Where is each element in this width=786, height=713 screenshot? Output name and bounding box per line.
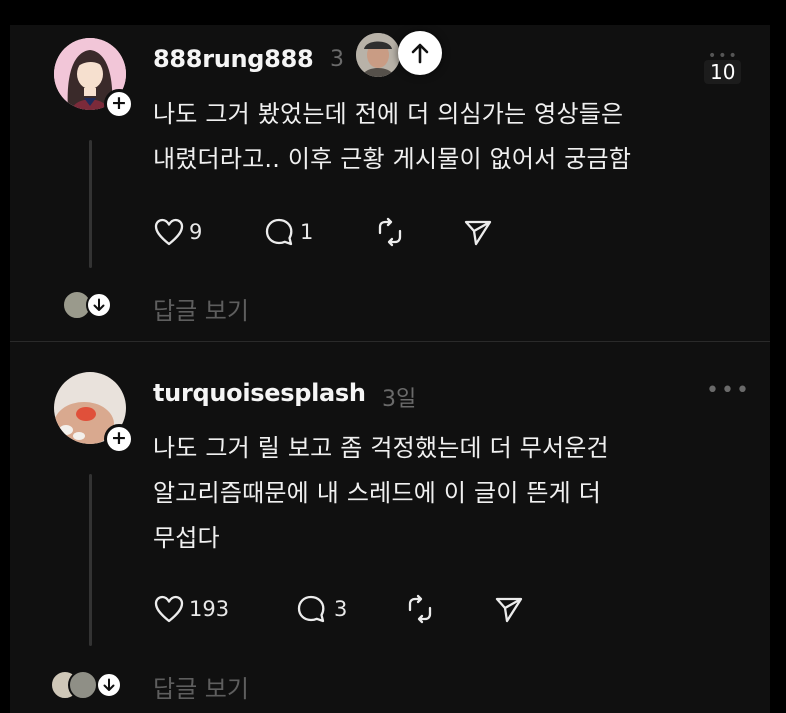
follow-plus-icon[interactable]: + (104, 89, 134, 119)
comment-count: 1 (300, 220, 314, 244)
divider (10, 341, 770, 342)
more-options-button[interactable]: ••• (706, 378, 751, 403)
comment-time: 3 (330, 47, 344, 72)
expand-replies-button[interactable] (96, 672, 122, 698)
comment-button[interactable]: 1 (264, 217, 313, 247)
like-count: 193 (189, 597, 230, 621)
comment-time: 3일 (382, 387, 417, 412)
send-icon (464, 220, 492, 246)
comment-icon (265, 218, 293, 246)
like-button[interactable]: 9 (153, 217, 202, 247)
thread-line (89, 474, 92, 646)
overlay-avatar-photo (356, 33, 400, 77)
comment-text: 나도 그거 봤었는데 전에 더 의심가는 영상들은 내렸더라고.. 이후 근황 … (153, 100, 632, 173)
repost-button[interactable] (372, 217, 408, 247)
repost-icon (378, 217, 402, 247)
repost-button[interactable] (402, 594, 438, 624)
arrow-up-icon (411, 43, 429, 64)
comment-button[interactable]: 3 (296, 594, 347, 624)
share-button[interactable] (462, 217, 494, 247)
comment-count: 3 (334, 597, 348, 621)
arrow-down-icon (93, 298, 105, 311)
like-button[interactable]: 193 (153, 594, 229, 624)
comment-username[interactable]: turquoisesplash (153, 379, 366, 407)
follow-plus-icon[interactable]: + (104, 424, 134, 454)
view-replies-link[interactable]: 답글 보기 (153, 291, 249, 326)
repost-icon (408, 594, 432, 624)
more-dots-icon[interactable]: ••• (708, 48, 739, 64)
heart-icon (154, 218, 184, 246)
thread-line (89, 140, 92, 268)
scroll-to-top-button[interactable] (398, 31, 442, 75)
view-replies-link[interactable]: 답글 보기 (153, 669, 249, 704)
reply-avatar (68, 670, 98, 700)
comment-username[interactable]: 888rung888 (153, 45, 314, 73)
heart-icon (154, 595, 184, 623)
arrow-down-icon (103, 678, 115, 691)
expand-replies-button[interactable] (86, 292, 112, 318)
overlay-avatar[interactable] (356, 33, 400, 77)
comment-icon (297, 595, 325, 623)
like-count: 9 (189, 220, 203, 244)
send-icon (495, 597, 523, 623)
comment-text: 나도 그거 릴 보고 좀 걱정했는데 더 무서운건 알고리즘때문에 내 스레드에… (153, 434, 609, 552)
share-button[interactable] (493, 594, 525, 624)
